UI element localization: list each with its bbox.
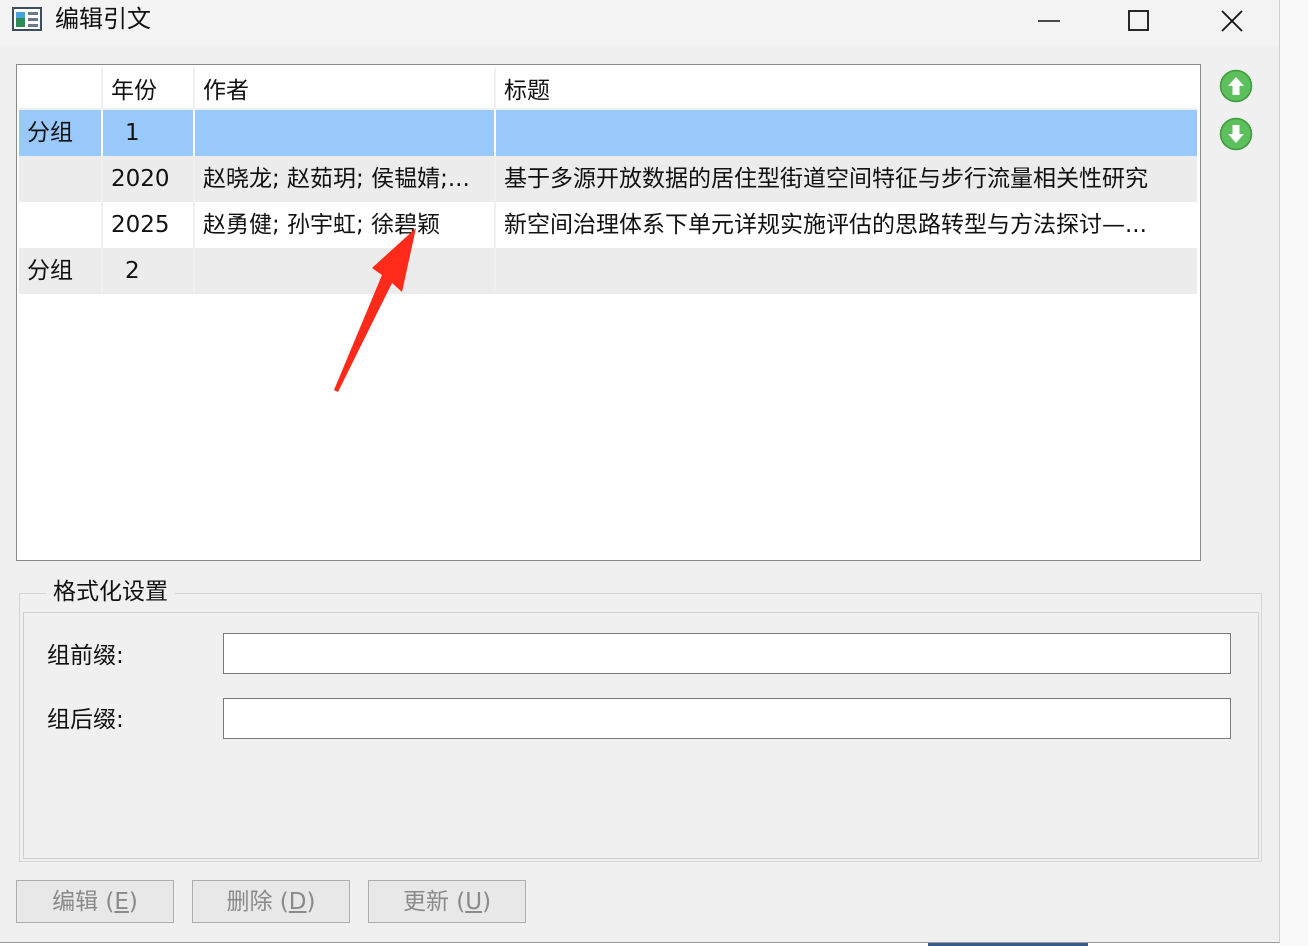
row-year-cell: 2 [103, 248, 195, 294]
list-row-group-2[interactable]: 分组 2 [19, 248, 1197, 294]
list-row-citation-1[interactable]: 2020 赵晓龙; 赵茹玥; 侯韫婧;... 基于多源开放数据的居住型街道空间特… [19, 156, 1197, 202]
edit-button-accesskey: E [114, 889, 129, 915]
edit-button-label: 编辑 ( [52, 889, 115, 915]
group-suffix-input[interactable] [223, 698, 1231, 739]
move-up-button[interactable] [1219, 69, 1253, 103]
arrow-down-circle-icon [1219, 117, 1253, 151]
row-title-cell [496, 248, 1197, 294]
prefix-label: 组前缀: [47, 643, 124, 669]
row-group-cell [19, 202, 103, 248]
maximize-button[interactable] [1094, 0, 1184, 40]
citation-list[interactable]: 年份 作者 标题 分组 1 2020 赵晓龙; 赵茹玥; 侯韫婧;... 基于多… [16, 64, 1201, 561]
row-title-cell: 基于多源开放数据的居住型街道空间特征与步行流量相关性研究 [504, 166, 1148, 192]
close-button[interactable] [1187, 0, 1277, 40]
arrow-up-circle-icon [1219, 69, 1253, 103]
app-icon [12, 7, 42, 31]
maximize-icon [1128, 10, 1149, 31]
column-header-title[interactable]: 标题 [496, 67, 1197, 110]
row-author-cell [195, 110, 496, 156]
move-down-button[interactable] [1219, 117, 1253, 151]
edit-button-label-end: ) [128, 889, 138, 915]
row-title-cell: 新空间治理体系下单元详规实施评估的思路转型与方法探讨—... [504, 212, 1147, 238]
column-header-group[interactable] [19, 67, 103, 110]
update-button-label-end: ) [482, 889, 492, 915]
edit-citation-dialog: 编辑引文 年份 作者 标题 分组 1 2020 赵晓龙; 赵茹玥; 侯韫婧;..… [0, 0, 1280, 943]
close-icon [1221, 10, 1243, 32]
update-button[interactable]: 更新 (U) [368, 880, 526, 923]
row-year-cell: 2025 [103, 202, 195, 248]
row-group-cell: 分组 [19, 248, 103, 294]
column-header-year[interactable]: 年份 [103, 67, 195, 110]
row-year-cell: 2020 [103, 156, 195, 202]
delete-button-label: 删除 ( [226, 889, 289, 915]
row-title-cell [496, 110, 1197, 156]
column-header-author[interactable]: 作者 [195, 67, 496, 110]
row-year-cell: 1 [103, 110, 195, 156]
group-prefix-input[interactable] [223, 633, 1231, 674]
row-group-cell [19, 156, 103, 202]
delete-button-accesskey: D [288, 889, 307, 915]
update-button-label: 更新 ( [402, 889, 466, 915]
row-group-cell: 分组 [19, 110, 103, 156]
minimize-icon [1038, 20, 1060, 22]
delete-button[interactable]: 删除 (D) [192, 880, 350, 923]
edit-button[interactable]: 编辑 (E) [16, 880, 174, 923]
title-bar: 编辑引文 [0, 0, 1279, 46]
annotation-arrow-icon [334, 228, 416, 392]
update-button-accesskey: U [465, 889, 483, 915]
window-title: 编辑引文 [55, 5, 151, 33]
row-author-cell: 赵晓龙; 赵茹玥; 侯韫婧;... [195, 156, 496, 202]
minimize-button[interactable] [1004, 0, 1094, 40]
format-settings-legend: 格式化设置 [46, 577, 175, 607]
list-row-citation-2[interactable]: 2025 赵勇健; 孙宇虹; 徐碧颖 新空间治理体系下单元详规实施评估的思路转型… [19, 202, 1197, 248]
delete-button-label-end: ) [306, 889, 316, 915]
list-row-group-1[interactable]: 分组 1 [19, 110, 1197, 156]
background-strip [1280, 0, 1308, 946]
suffix-label: 组后缀: [47, 707, 124, 733]
